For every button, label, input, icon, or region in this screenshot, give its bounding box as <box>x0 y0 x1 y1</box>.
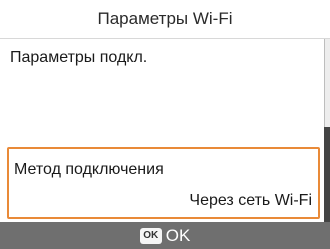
list-scrollbar[interactable] <box>324 39 330 222</box>
settings-list: Параметры подкл. Метод подключения Через… <box>0 39 324 222</box>
connection-method-value: Через сеть Wi-Fi <box>189 192 312 209</box>
footer-hint-bar: OK OK <box>0 222 330 249</box>
wifi-settings-screen: Параметры Wi-Fi Параметры подкл. Метод п… <box>0 0 330 249</box>
scrollbar-thumb[interactable] <box>324 127 330 222</box>
ok-button[interactable]: OK OK <box>139 225 191 246</box>
ok-key-icon: OK <box>139 227 162 244</box>
connection-method-label: Метод подключения <box>14 161 164 178</box>
menu-item-connection-settings[interactable]: Параметры подкл. <box>0 39 324 79</box>
menu-item-connection-method[interactable]: Метод подключения Через сеть Wi-Fi <box>7 147 320 219</box>
screen-title: Параметры Wi-Fi <box>97 9 233 28</box>
scrollbar-track <box>324 39 330 127</box>
ok-action-label: OK <box>165 225 191 245</box>
